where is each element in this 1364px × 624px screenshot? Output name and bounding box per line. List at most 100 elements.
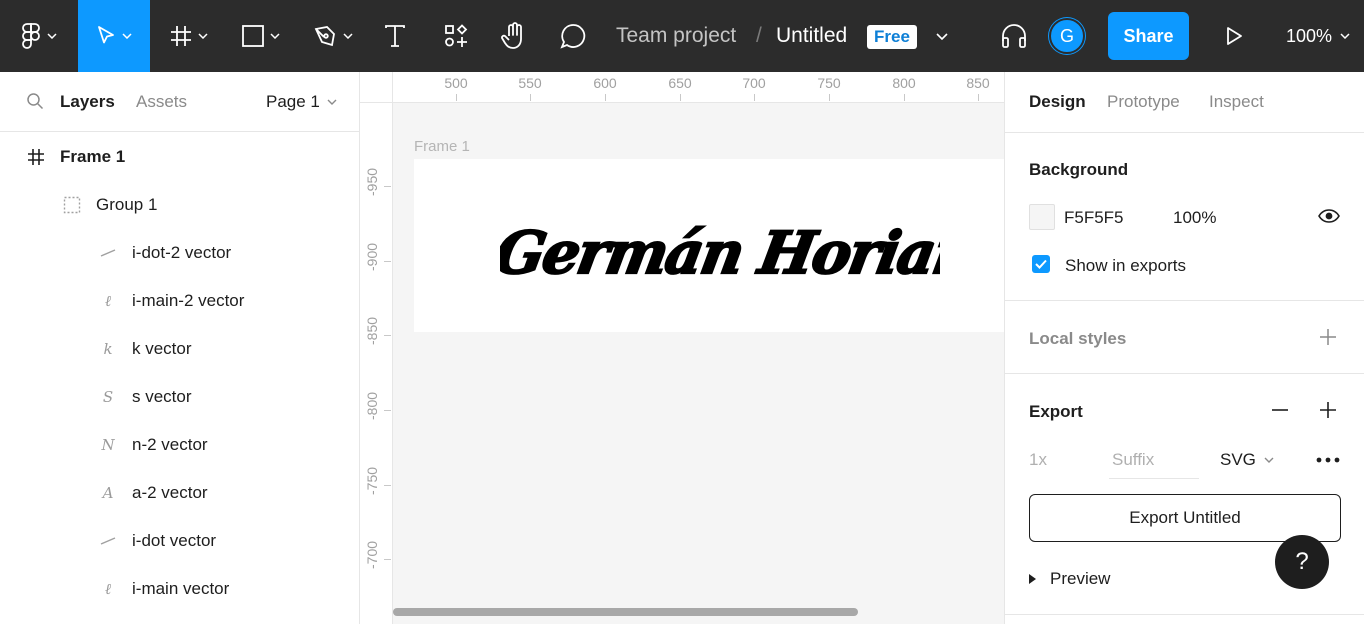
export-format-select[interactable]: SVG xyxy=(1220,450,1274,470)
shape-tool-button[interactable] xyxy=(232,0,290,72)
vector-glyph-icon: N xyxy=(101,436,115,454)
search-icon[interactable] xyxy=(26,92,44,110)
layer-label: i-dot vector xyxy=(132,531,217,550)
layer-row[interactable]: ℓ i-main-2 vector xyxy=(0,277,359,325)
export-settings-button[interactable] xyxy=(1313,450,1343,470)
cursor-arrow-icon xyxy=(98,26,114,44)
canvas[interactable]: Frame 1 Germán Horianski 500 550 600 650… xyxy=(360,72,1004,624)
chevron-down-icon xyxy=(270,33,280,39)
hand-icon xyxy=(501,22,522,49)
ruler-tick: 550 xyxy=(510,72,550,101)
toolbar: Team project / Untitled Free G Share 100… xyxy=(0,0,1364,72)
tab-prototype[interactable]: Prototype xyxy=(1107,72,1180,132)
ruler-tick: -700 xyxy=(360,539,393,579)
help-button[interactable]: ? xyxy=(1275,535,1329,589)
page-selector[interactable]: Page 1 xyxy=(266,72,337,132)
frame-icon xyxy=(26,147,46,167)
layer-row[interactable]: N n-2 vector xyxy=(0,421,359,469)
add-style-button[interactable] xyxy=(1317,326,1339,348)
tab-inspect[interactable]: Inspect xyxy=(1209,72,1264,132)
group-icon xyxy=(62,195,82,215)
present-button[interactable] xyxy=(1220,0,1248,72)
breadcrumb-team[interactable]: Team project xyxy=(616,0,736,72)
divider xyxy=(1005,373,1364,374)
frame-tool-button[interactable] xyxy=(160,0,218,72)
rectangle-icon xyxy=(242,25,264,47)
visibility-toggle[interactable] xyxy=(1317,206,1341,226)
comment-tool-button[interactable] xyxy=(553,0,593,72)
remove-export-button[interactable] xyxy=(1269,399,1291,421)
layer-row[interactable]: i-dot vector xyxy=(0,517,359,565)
chevron-down-icon xyxy=(936,32,948,40)
tab-assets[interactable]: Assets xyxy=(136,72,187,132)
layer-row[interactable]: S s vector xyxy=(0,373,359,421)
layer-row-frame-1[interactable]: Frame 1 xyxy=(0,133,359,181)
figma-logo-icon xyxy=(22,23,40,49)
divider xyxy=(1005,300,1364,301)
hash-frame-icon xyxy=(171,26,191,46)
layer-label: i-dot-2 vector xyxy=(132,243,232,262)
ruler-tick: -850 xyxy=(360,315,393,355)
signature-vector[interactable]: Germán Horianski xyxy=(500,207,940,307)
plus-icon xyxy=(1320,402,1336,418)
move-tool-button[interactable] xyxy=(78,0,150,72)
vector-line-icon xyxy=(98,531,118,551)
frame-label[interactable]: Frame 1 xyxy=(414,138,470,155)
chevron-down-icon xyxy=(343,33,353,39)
layer-label: n-2 vector xyxy=(132,435,208,454)
zoom-menu[interactable]: 100% xyxy=(1286,0,1350,72)
resources-button[interactable] xyxy=(436,0,476,72)
show-in-exports-checkbox[interactable] xyxy=(1032,255,1050,273)
export-button[interactable]: Export Untitled xyxy=(1029,494,1341,542)
ruler-tick: -750 xyxy=(360,465,393,505)
ruler-tick-label: -900 xyxy=(364,242,380,271)
chevron-down-icon xyxy=(1264,457,1274,463)
pen-icon xyxy=(314,26,335,47)
vector-glyph-icon: ℓ xyxy=(104,291,112,310)
chevron-down-icon xyxy=(47,33,57,39)
export-suffix-input[interactable]: Suffix xyxy=(1112,450,1154,470)
layer-label: s vector xyxy=(132,387,192,406)
layer-label: i-main vector xyxy=(132,579,230,598)
preview-label: Preview xyxy=(1050,569,1111,588)
layer-row-group-1[interactable]: Group 1 xyxy=(0,181,359,229)
file-menu-button[interactable] xyxy=(930,0,954,72)
vector-line-icon xyxy=(98,243,118,263)
pen-tool-button[interactable] xyxy=(304,0,362,72)
background-opacity-input[interactable]: 100% xyxy=(1173,208,1216,228)
plus-icon xyxy=(1320,329,1336,345)
ruler-tick-label: -700 xyxy=(364,540,380,569)
file-name[interactable]: Untitled xyxy=(776,0,847,72)
page-selector-label: Page 1 xyxy=(266,92,320,111)
ruler-tick: 600 xyxy=(585,72,625,101)
horizontal-scrollbar[interactable] xyxy=(393,608,858,616)
background-color-swatch[interactable] xyxy=(1029,204,1055,230)
layer-row[interactable]: A a-2 vector xyxy=(0,469,359,517)
text-tool-button[interactable] xyxy=(375,0,415,72)
layer-row[interactable]: ℓ i-main vector xyxy=(0,565,359,613)
chevron-down-icon xyxy=(327,99,337,105)
export-format-value: SVG xyxy=(1220,450,1256,469)
plan-badge[interactable]: Free xyxy=(867,25,917,49)
main-menu-button[interactable] xyxy=(0,0,78,72)
tab-design[interactable]: Design xyxy=(1029,72,1086,132)
background-hex-input[interactable]: F5F5F5 xyxy=(1064,208,1124,228)
divider xyxy=(1005,614,1364,615)
audio-button[interactable] xyxy=(996,0,1032,72)
ruler-tick: 850 xyxy=(958,72,998,101)
preview-toggle[interactable]: Preview xyxy=(1029,569,1110,589)
ruler-tick: 650 xyxy=(660,72,700,101)
layer-row[interactable]: k k vector xyxy=(0,325,359,373)
layers-panel-header: Layers Assets Page 1 xyxy=(0,72,360,132)
export-scale-input[interactable]: 1x xyxy=(1029,450,1047,470)
export-section-title: Export xyxy=(1029,402,1083,421)
layer-row[interactable]: i-dot-2 vector xyxy=(0,229,359,277)
layer-label: a-2 vector xyxy=(132,483,208,502)
avatar[interactable]: G xyxy=(1049,18,1085,54)
hand-tool-button[interactable] xyxy=(494,0,534,72)
tab-layers[interactable]: Layers xyxy=(60,72,115,132)
text-icon xyxy=(385,25,405,47)
ruler-tick-label: -800 xyxy=(364,391,380,420)
add-export-button[interactable] xyxy=(1317,399,1339,421)
share-button[interactable]: Share xyxy=(1108,12,1189,60)
